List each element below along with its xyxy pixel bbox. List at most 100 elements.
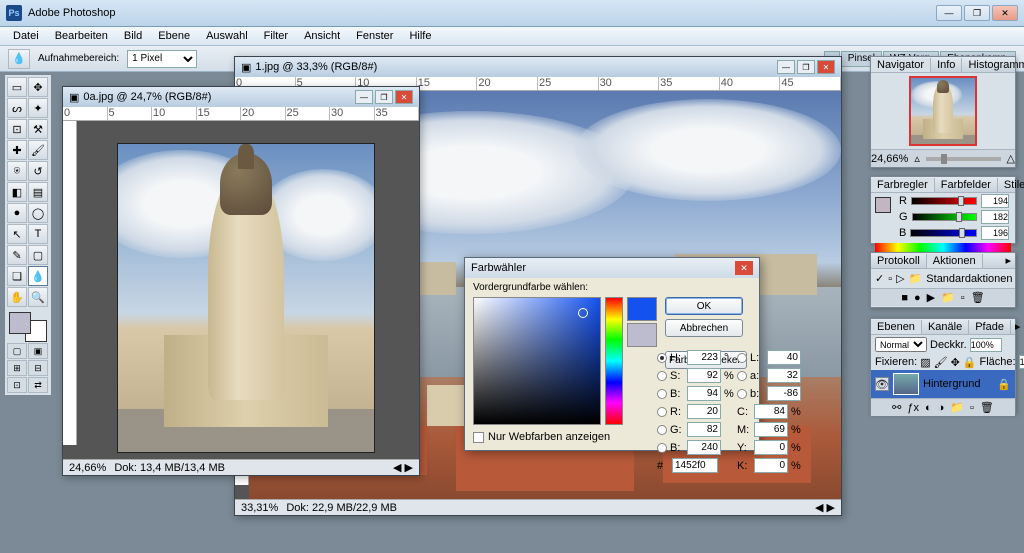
panel-menu-icon[interactable]: ▸: [1001, 254, 1015, 267]
bc-radio[interactable]: [657, 443, 667, 453]
sample-size-select[interactable]: 1 Pixel: [127, 50, 197, 68]
gradient-tool[interactable]: ▤: [28, 182, 48, 202]
panel-tab[interactable]: Ebenen: [871, 320, 922, 334]
zoom-value[interactable]: 33,31%: [241, 502, 278, 514]
layer-row[interactable]: 👁 Hintergrund 🔒: [871, 370, 1015, 398]
ok-button[interactable]: OK: [665, 297, 743, 315]
wand-tool[interactable]: ✦: [28, 98, 48, 118]
a-radio[interactable]: [737, 371, 747, 381]
b-value[interactable]: [981, 226, 1009, 240]
screen-mode-1[interactable]: ⊞: [7, 360, 27, 376]
r-input[interactable]: [687, 404, 721, 419]
menu-item[interactable]: Ansicht: [297, 28, 347, 44]
hand-tool[interactable]: ✋: [7, 287, 27, 307]
menu-item[interactable]: Fenster: [349, 28, 400, 44]
panel-tab[interactable]: Navigator: [871, 58, 931, 72]
menu-item[interactable]: Datei: [6, 28, 46, 44]
eyedropper-icon[interactable]: 💧: [8, 49, 30, 69]
panel-tab[interactable]: Pfade: [969, 320, 1011, 334]
minimize-button[interactable]: —: [936, 5, 962, 21]
lock-pixels-icon[interactable]: 🖌: [934, 356, 948, 369]
panel-tab[interactable]: Info: [931, 58, 962, 72]
k-input[interactable]: [754, 458, 788, 473]
doc-close[interactable]: ✕: [817, 60, 835, 74]
c-input[interactable]: [754, 404, 788, 419]
g-radio[interactable]: [657, 425, 667, 435]
pen-tool[interactable]: ✎: [7, 245, 27, 265]
link-icon[interactable]: ⚯: [892, 401, 901, 414]
action-set[interactable]: Standardaktionen: [926, 273, 1012, 285]
new-folder-icon[interactable]: 📁: [941, 291, 955, 304]
marquee-tool[interactable]: ▭: [7, 77, 27, 97]
play-icon[interactable]: ▶: [927, 291, 935, 304]
fill-input[interactable]: [1019, 355, 1024, 369]
g-value[interactable]: [981, 210, 1009, 224]
zoom-value[interactable]: 24,66%: [69, 462, 106, 474]
history-brush-tool[interactable]: ↺: [28, 161, 48, 181]
notes-tool[interactable]: ❏: [7, 266, 27, 286]
r-value[interactable]: [981, 194, 1009, 208]
dialog-close[interactable]: ✕: [735, 261, 753, 275]
quickmask-mode[interactable]: ▣: [28, 343, 48, 359]
doc-maximize[interactable]: ❐: [375, 90, 393, 104]
color-chip[interactable]: [875, 197, 891, 213]
panel-tab[interactable]: Protokoll: [871, 254, 927, 268]
b-radio[interactable]: [657, 389, 667, 399]
doc-maximize[interactable]: ❐: [797, 60, 815, 74]
lock-transparency-icon[interactable]: ▨: [920, 356, 930, 369]
m-input[interactable]: [754, 422, 788, 437]
bl-input[interactable]: [767, 386, 801, 401]
doc-minimize[interactable]: —: [777, 60, 795, 74]
panel-tab[interactable]: Histogramm: [962, 58, 1024, 72]
hex-input[interactable]: [672, 458, 718, 473]
h-radio[interactable]: [657, 353, 667, 363]
bridge-button[interactable]: ⇄: [28, 377, 48, 393]
panel-tab[interactable]: Farbfelder: [935, 178, 998, 192]
doc-minimize[interactable]: —: [355, 90, 373, 104]
saturation-field[interactable]: [473, 297, 601, 425]
panel-tab[interactable]: Kanäle: [922, 320, 969, 334]
l-radio[interactable]: [737, 353, 747, 363]
opacity-input[interactable]: [970, 338, 1002, 352]
panel-tab[interactable]: Aktionen: [927, 254, 983, 268]
bv-input[interactable]: [687, 386, 721, 401]
heal-tool[interactable]: ✚: [7, 140, 27, 160]
crop-tool[interactable]: ⊡: [7, 119, 27, 139]
fx-icon[interactable]: ƒx: [907, 402, 919, 414]
menu-item[interactable]: Bild: [117, 28, 149, 44]
doc-close[interactable]: ✕: [395, 90, 413, 104]
slice-tool[interactable]: ⚒: [28, 119, 48, 139]
move-tool[interactable]: ✥: [28, 77, 48, 97]
record-icon[interactable]: ●: [914, 292, 921, 304]
new-layer-icon[interactable]: ▫: [970, 402, 974, 414]
cancel-button[interactable]: Abbrechen: [665, 319, 743, 337]
new-action-icon[interactable]: ▫: [961, 292, 965, 304]
bc-input[interactable]: [687, 440, 721, 455]
eraser-tool[interactable]: ◧: [7, 182, 27, 202]
blend-mode-select[interactable]: Normal: [875, 337, 927, 352]
zoom-out-icon[interactable]: ▵: [914, 152, 920, 165]
panel-tab[interactable]: Farbregler: [871, 178, 935, 192]
navigator-thumbnail[interactable]: [909, 76, 977, 146]
canvas-1[interactable]: [117, 143, 375, 453]
path-tool[interactable]: ↖: [7, 224, 27, 244]
dialog-icon[interactable]: ▫: [888, 273, 892, 285]
s-input[interactable]: [687, 368, 721, 383]
h-input[interactable]: [687, 350, 721, 365]
adjust-icon[interactable]: ◑: [938, 402, 945, 414]
screen-mode-3[interactable]: ⊡: [7, 377, 27, 393]
color-swatch[interactable]: [7, 312, 49, 342]
group-icon[interactable]: 📁: [950, 401, 964, 414]
menu-item[interactable]: Hilfe: [402, 28, 438, 44]
stamp-tool[interactable]: ⍟: [7, 161, 27, 181]
menu-item[interactable]: Ebene: [151, 28, 197, 44]
close-button[interactable]: ✕: [992, 5, 1018, 21]
l-input[interactable]: [767, 350, 801, 365]
lasso-tool[interactable]: ᔕ: [7, 98, 27, 118]
a-input[interactable]: [767, 368, 801, 383]
standard-mode[interactable]: ▢: [7, 343, 27, 359]
expand-icon[interactable]: ▷: [896, 272, 904, 285]
panel-tab[interactable]: Stile: [998, 178, 1024, 192]
s-radio[interactable]: [657, 371, 667, 381]
zoom-tool[interactable]: 🔍: [28, 287, 48, 307]
